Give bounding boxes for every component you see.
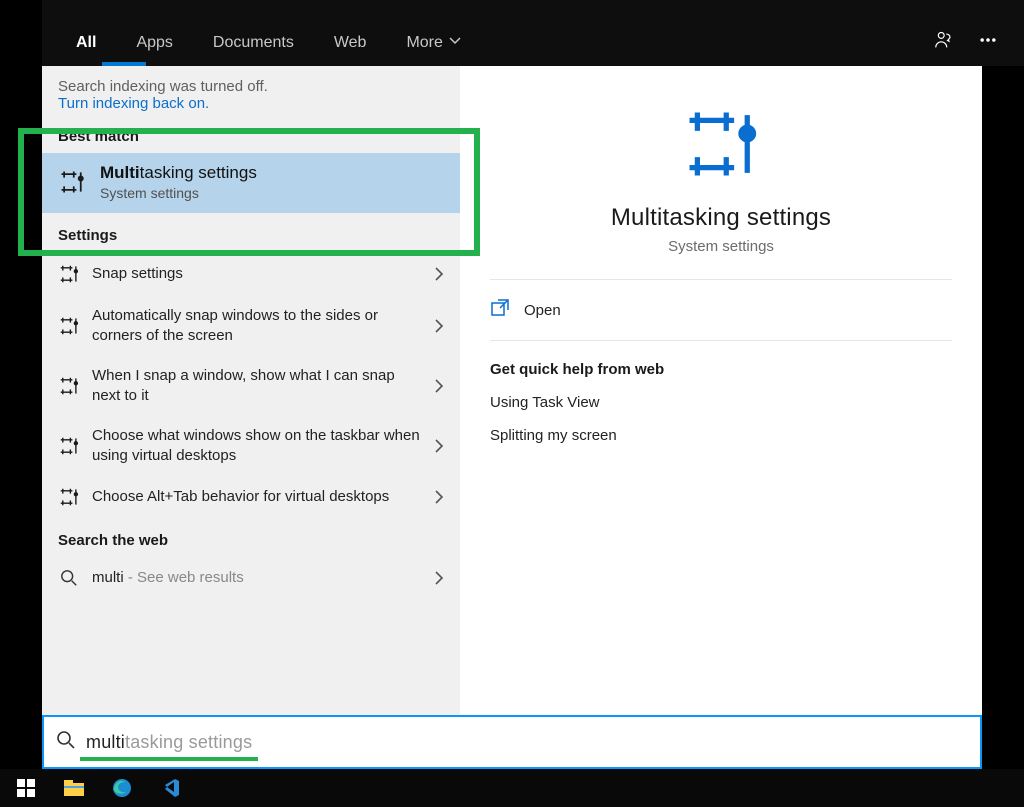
multitasking-icon — [58, 486, 80, 508]
search-icon — [56, 730, 76, 755]
open-label: Open — [524, 302, 561, 319]
settings-header: Settings — [42, 213, 460, 252]
chevron-right-icon — [430, 267, 448, 281]
turn-indexing-on-link[interactable]: Turn indexing back on. — [58, 95, 209, 112]
tab-more[interactable]: More — [386, 16, 480, 66]
settings-item-label: When I snap a window, show what I can sn… — [92, 366, 430, 405]
help-header: Get quick help from web — [490, 361, 952, 378]
taskbar — [0, 769, 1024, 807]
settings-item[interactable]: Automatically snap windows to the sides … — [42, 295, 460, 355]
multitasking-icon — [58, 168, 86, 196]
tab-apps[interactable]: Apps — [116, 16, 192, 66]
settings-item-label: Choose Alt+Tab behavior for virtual desk… — [92, 487, 430, 507]
start-button[interactable] — [2, 769, 50, 807]
settings-item-label: Snap settings — [92, 264, 430, 284]
best-match-header: Best match — [42, 114, 460, 153]
annotation-underline — [80, 757, 258, 761]
chevron-right-icon — [430, 379, 448, 393]
indexing-notice-text: Search indexing was turned off. — [58, 78, 444, 95]
help-link[interactable]: Splitting my screen — [490, 427, 952, 444]
web-result[interactable]: multi - See web results — [42, 557, 460, 598]
multitasking-icon — [58, 375, 80, 397]
multitasking-icon — [58, 435, 80, 457]
search-tabs: All Apps Documents Web More — [42, 0, 1024, 66]
indexing-notice: Search indexing was turned off. Turn ind… — [42, 66, 460, 114]
open-action[interactable]: Open — [490, 298, 952, 322]
chevron-down-icon — [449, 34, 461, 52]
more-options-icon[interactable] — [968, 20, 1008, 60]
help-link[interactable]: Using Task View — [490, 394, 952, 411]
divider — [490, 340, 952, 341]
multitasking-icon — [58, 263, 80, 285]
taskbar-file-explorer[interactable] — [50, 769, 98, 807]
tab-all[interactable]: All — [56, 16, 116, 66]
preview-title: Multitasking settings — [490, 204, 952, 232]
settings-item[interactable]: When I snap a window, show what I can sn… — [42, 355, 460, 415]
search-web-header: Search the web — [42, 518, 460, 557]
preview-pane: Multitasking settings System settings Op… — [460, 66, 982, 715]
tab-documents[interactable]: Documents — [193, 16, 314, 66]
settings-item[interactable]: Snap settings — [42, 252, 460, 295]
taskbar-edge[interactable] — [98, 769, 146, 807]
tab-more-label: More — [406, 34, 442, 52]
settings-item-label: Automatically snap windows to the sides … — [92, 306, 430, 345]
feedback-icon[interactable] — [924, 20, 964, 60]
preview-subtitle: System settings — [490, 238, 952, 280]
best-match-subtitle: System settings — [100, 185, 257, 201]
chevron-right-icon — [430, 319, 448, 333]
settings-item[interactable]: Choose what windows show on the taskbar … — [42, 415, 460, 475]
best-match-result[interactable]: Multitasking settings System settings — [42, 153, 460, 213]
settings-item[interactable]: Choose Alt+Tab behavior for virtual desk… — [42, 475, 460, 518]
preview-multitasking-icon — [490, 102, 952, 186]
settings-item-label: Choose what windows show on the taskbar … — [92, 426, 430, 465]
chevron-right-icon — [430, 439, 448, 453]
search-results-panel: Search indexing was turned off. Turn ind… — [42, 66, 982, 715]
search-text: multitasking settings — [86, 732, 252, 753]
chevron-right-icon — [430, 571, 448, 585]
best-match-title: Multitasking settings — [100, 163, 257, 183]
results-list: Search indexing was turned off. Turn ind… — [42, 66, 460, 715]
web-result-label: multi - See web results — [92, 568, 430, 588]
search-icon — [60, 569, 78, 587]
chevron-right-icon — [430, 490, 448, 504]
multitasking-icon — [58, 315, 80, 337]
taskbar-vscode[interactable] — [146, 769, 194, 807]
open-icon — [490, 298, 510, 322]
tab-web[interactable]: Web — [314, 16, 387, 66]
